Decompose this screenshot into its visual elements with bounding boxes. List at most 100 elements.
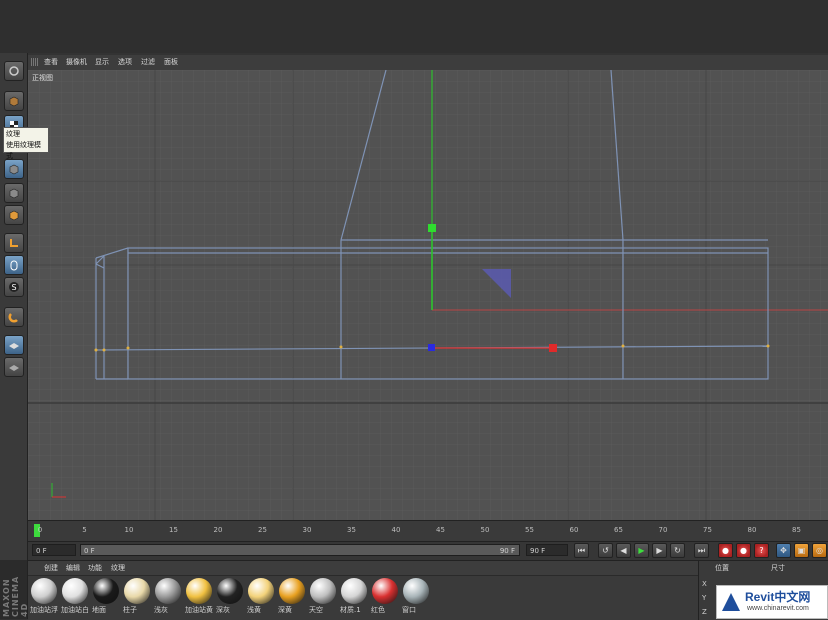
cube-edges-icon bbox=[9, 188, 19, 199]
timeline-tick-label: 5 bbox=[82, 526, 87, 534]
menu-display[interactable]: 显示 bbox=[95, 57, 109, 67]
axis-y-label: Y bbox=[702, 594, 707, 602]
transport-bar: 0 F 0 F 90 F 90 F ⏮ ↺ ◀ ▶ ▶ ↻ ⏭ ● ● ? ✥ … bbox=[28, 541, 828, 560]
snap-icon: S bbox=[9, 282, 19, 292]
axis-mode-button[interactable] bbox=[4, 233, 24, 253]
svg-text:S: S bbox=[11, 283, 16, 292]
tooltip: 纹理 使用纹理模式 bbox=[3, 127, 49, 160]
size-header: 尺寸 bbox=[771, 564, 785, 572]
revit-logo-icon bbox=[722, 593, 740, 611]
end-frame-field[interactable]: 90 F bbox=[526, 544, 568, 556]
material-swatch[interactable]: 天空 bbox=[309, 578, 337, 615]
menu-function[interactable]: 功能 bbox=[88, 563, 102, 573]
prev-frame-button[interactable]: ◀ bbox=[616, 543, 631, 558]
workplane-lock-button[interactable] bbox=[4, 357, 24, 377]
material-swatch[interactable]: 窗口 bbox=[402, 578, 430, 615]
material-preview-icon bbox=[62, 578, 88, 604]
viewport-front[interactable]: 正视图 bbox=[28, 70, 828, 520]
cube-polygons-icon bbox=[9, 210, 19, 221]
undo-view-button[interactable] bbox=[4, 61, 24, 81]
go-to-end-button[interactable]: ⏭ bbox=[694, 543, 709, 558]
range-slider[interactable]: 0 F 90 F bbox=[80, 544, 520, 556]
material-label: 窗口 bbox=[402, 606, 416, 614]
workplane-button[interactable] bbox=[4, 335, 24, 355]
top-bar bbox=[0, 0, 828, 53]
polygons-mode-button[interactable] bbox=[4, 205, 24, 225]
play-button[interactable]: ▶ bbox=[634, 543, 649, 558]
tooltip-title: 纹理 bbox=[6, 130, 20, 138]
axis-z-label: Z bbox=[702, 608, 707, 616]
auto-key-button[interactable]: ● bbox=[736, 543, 751, 558]
keyframe-selection-button[interactable]: ? bbox=[754, 543, 769, 558]
range-start: 0 F bbox=[84, 547, 95, 555]
material-label: 浅黄 bbox=[247, 606, 261, 614]
material-swatch[interactable]: 地面 bbox=[92, 578, 120, 615]
material-label: 加油站黄 bbox=[185, 606, 213, 614]
material-swatch[interactable]: 加油站白 bbox=[61, 578, 89, 615]
material-swatch[interactable]: 深黄 bbox=[278, 578, 306, 615]
range-end: 90 F bbox=[499, 547, 515, 555]
material-preview-icon bbox=[93, 578, 119, 604]
material-swatch[interactable]: 柱子 bbox=[123, 578, 151, 615]
material-swatch[interactable]: 浅灰 bbox=[154, 578, 182, 615]
timeline-tick-label: 15 bbox=[169, 526, 178, 534]
material-label: 加油站白 bbox=[61, 606, 89, 614]
menu-view[interactable]: 查看 bbox=[44, 57, 58, 67]
menu-edit[interactable]: 编辑 bbox=[66, 563, 80, 573]
menu-texture[interactable]: 纹理 bbox=[111, 563, 125, 573]
menu-create[interactable]: 创建 bbox=[44, 563, 58, 573]
position-key-button[interactable]: ✥ bbox=[776, 543, 791, 558]
material-swatch[interactable]: 加油站浮 bbox=[30, 578, 58, 615]
material-label: 浅灰 bbox=[154, 606, 168, 614]
timeline-tick-label: 30 bbox=[302, 526, 312, 534]
next-frame-button[interactable]: ▶ bbox=[652, 543, 667, 558]
tooltip-description: 使用纹理模式 bbox=[6, 141, 41, 160]
model-mode-button[interactable] bbox=[4, 91, 24, 111]
material-preview-icon bbox=[124, 578, 150, 604]
record-button[interactable]: ● bbox=[718, 543, 733, 558]
material-swatch[interactable]: 加油站黄 bbox=[185, 578, 213, 615]
edges-mode-button[interactable] bbox=[4, 183, 24, 203]
points-mode-button[interactable] bbox=[4, 159, 24, 179]
scale-key-button[interactable]: ▣ bbox=[794, 543, 809, 558]
current-frame-field[interactable]: 0 F bbox=[32, 544, 76, 556]
grip-icon[interactable] bbox=[31, 58, 39, 66]
material-label: 地面 bbox=[92, 606, 106, 614]
material-label: 柱子 bbox=[123, 606, 137, 614]
next-key-button[interactable]: ↻ bbox=[670, 543, 685, 558]
material-swatch[interactable]: 深灰 bbox=[216, 578, 244, 615]
rotation-key-button[interactable]: ◎ bbox=[812, 543, 827, 558]
y-axis-handle[interactable] bbox=[428, 224, 436, 232]
material-label: 深黄 bbox=[278, 606, 292, 614]
menu-camera[interactable]: 摄像机 bbox=[66, 57, 87, 67]
z-axis-handle[interactable] bbox=[428, 344, 435, 351]
viewport-canvas[interactable] bbox=[28, 70, 828, 520]
timeline-tick-label: 20 bbox=[213, 526, 223, 534]
menu-panel[interactable]: 面板 bbox=[164, 57, 178, 67]
tweak-mode-button[interactable] bbox=[4, 255, 24, 275]
watermark-logo: Revit中文网 www.chinarevit.com bbox=[716, 585, 828, 619]
material-preview-icon bbox=[310, 578, 336, 604]
snap-button[interactable]: S bbox=[4, 277, 24, 297]
go-to-start-button[interactable]: ⏮ bbox=[574, 543, 589, 558]
material-preview-icon bbox=[248, 578, 274, 604]
menu-options[interactable]: 选项 bbox=[118, 57, 132, 67]
timeline-tick-label: 55 bbox=[525, 526, 534, 534]
timeline-tick-label: 45 bbox=[436, 526, 445, 534]
material-swatch[interactable]: 红色 bbox=[371, 578, 399, 615]
x-axis-handle[interactable] bbox=[549, 344, 557, 352]
menu-filter[interactable]: 过滤 bbox=[141, 57, 155, 67]
timeline-tick-label: 85 bbox=[792, 526, 801, 534]
material-preview-icon bbox=[217, 578, 243, 604]
magnet-icon bbox=[8, 313, 18, 323]
material-swatch[interactable]: 浅黄 bbox=[247, 578, 275, 615]
timeline-tick-label: 70 bbox=[658, 526, 668, 534]
timeline-tick-label: 40 bbox=[391, 526, 401, 534]
timeline-tick-label: 10 bbox=[124, 526, 134, 534]
magnet-button[interactable] bbox=[4, 307, 24, 327]
timeline-ruler[interactable]: 0 5 10 15 20 25 30 35 40 45 50 55 60 65 70 75 80 85 bbox=[28, 520, 828, 541]
material-swatch[interactable]: 材质.1 bbox=[340, 578, 368, 615]
material-manager: 创建 编辑 功能 纹理 加油站浮 加油站白 地面 柱子 浅灰 加油站黄 深灰 浅黄 深黄 天空 材质… bbox=[28, 560, 698, 620]
prev-key-button[interactable]: ↺ bbox=[598, 543, 613, 558]
timeline-tick-label: 25 bbox=[258, 526, 267, 534]
